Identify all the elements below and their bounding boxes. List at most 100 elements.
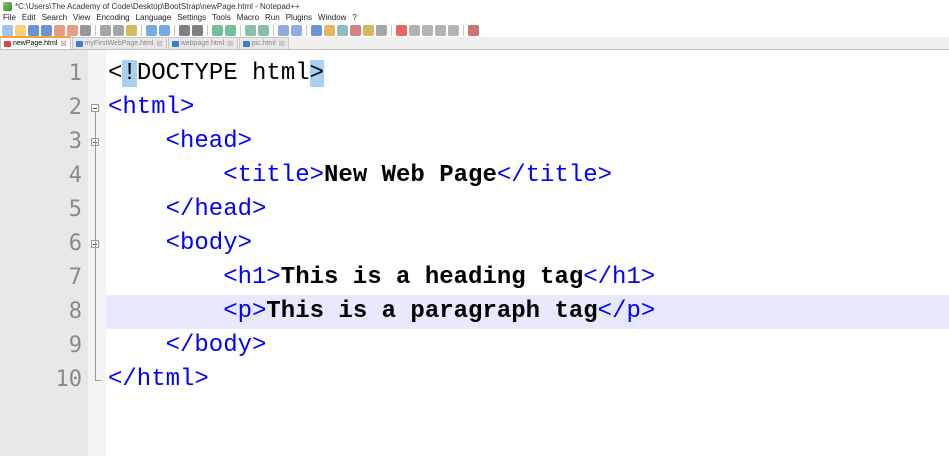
tab-label: webpage.html xyxy=(180,40,225,47)
redo-icon[interactable] xyxy=(159,24,170,36)
file-state-icon xyxy=(75,40,83,47)
code-line[interactable]: 7 <h1>This is a heading tag</h1> xyxy=(0,261,949,295)
user-language-icon[interactable] xyxy=(324,24,335,36)
line-number: 3 xyxy=(68,129,82,154)
folder-workspace-icon[interactable] xyxy=(363,24,374,36)
show-all-chars-icon[interactable] xyxy=(291,24,302,36)
html-tag: <html> xyxy=(108,94,195,121)
toolbar-separator xyxy=(273,24,274,36)
menu-item-file[interactable]: File xyxy=(0,13,19,22)
code-content: <body> xyxy=(166,227,252,261)
html-tag: <h1> xyxy=(223,264,281,291)
code-content: </head> xyxy=(166,193,267,227)
indent-guide-icon[interactable] xyxy=(311,24,322,36)
line-number: 2 xyxy=(68,95,82,120)
fold-guide-line xyxy=(95,112,96,380)
brace-match-highlight: > xyxy=(309,60,325,87)
menu-item-help[interactable]: ? xyxy=(349,13,359,22)
tab-close-icon[interactable]: ☒ xyxy=(60,40,66,48)
menu-item-encoding[interactable]: Encoding xyxy=(93,13,132,22)
menu-item-edit[interactable]: Edit xyxy=(19,13,39,22)
menu-item-plugins[interactable]: Plugins xyxy=(283,13,315,22)
open-file-icon[interactable] xyxy=(15,24,26,36)
monitoring-icon[interactable] xyxy=(376,24,387,36)
undo-icon[interactable] xyxy=(146,24,157,36)
menu-item-settings[interactable]: Settings xyxy=(174,13,209,22)
sync-vertical-icon[interactable] xyxy=(245,24,256,36)
line-number: 10 xyxy=(55,367,83,392)
zoom-in-icon[interactable] xyxy=(212,24,223,36)
close-all-icon[interactable] xyxy=(67,24,78,36)
close-icon[interactable] xyxy=(54,24,65,36)
line-number: 8 xyxy=(68,299,82,324)
code-line[interactable]: 10 </html> xyxy=(0,363,949,397)
code-line[interactable]: 5 </head> xyxy=(0,193,949,227)
tab-pic-html[interactable]: pic.html ☒ xyxy=(238,37,289,49)
code-content: <!DOCTYPE html> xyxy=(108,57,325,91)
spell-check-icon[interactable] xyxy=(468,24,479,36)
file-state-icon xyxy=(242,40,250,47)
line-number: 4 xyxy=(68,163,82,188)
save-icon[interactable] xyxy=(28,24,39,36)
code-line[interactable]: 9 </body> xyxy=(0,329,949,363)
menu-item-window[interactable]: Window xyxy=(315,13,349,22)
toolbar xyxy=(0,23,949,37)
tab-newpage-html[interactable]: newPage.html ☒ xyxy=(0,36,71,49)
find-icon[interactable] xyxy=(179,24,190,36)
code-content: </body> xyxy=(166,329,267,363)
text-content: This is a heading tag xyxy=(280,264,584,291)
code-content: </html> xyxy=(108,363,209,397)
tab-close-icon[interactable]: ☒ xyxy=(227,40,233,48)
word-wrap-icon[interactable] xyxy=(278,24,289,36)
zoom-out-icon[interactable] xyxy=(225,24,236,36)
tab-close-icon[interactable]: ☒ xyxy=(156,40,162,48)
code-line[interactable]: 4 <title>New Web Page</title> xyxy=(0,159,949,193)
play-macro-icon[interactable] xyxy=(422,24,433,36)
menu-bar: File Edit Search View Encoding Language Settin… xyxy=(0,12,949,23)
code-content: <html> xyxy=(108,91,194,125)
html-tag: <p> xyxy=(223,298,267,325)
code-line[interactable]: 8 <p>This is a paragraph tag</p> xyxy=(0,295,949,329)
doc-map-icon[interactable] xyxy=(337,24,348,36)
menu-item-view[interactable]: View xyxy=(70,13,93,22)
record-macro-icon[interactable] xyxy=(396,24,407,36)
code-line[interactable]: 1 <!DOCTYPE html> xyxy=(0,57,949,91)
save-all-icon[interactable] xyxy=(41,24,52,36)
doctype-token: DOCTYPE html xyxy=(136,60,310,87)
fold-end-marker xyxy=(95,380,101,381)
save-macro-icon[interactable] xyxy=(448,24,459,36)
tab-bar: newPage.html ☒ myFirstWebPage.html ☒ webpage… xyxy=(0,36,949,50)
paste-icon[interactable] xyxy=(126,24,137,36)
html-tag: </title> xyxy=(496,162,613,189)
menu-item-tools[interactable]: Tools xyxy=(209,13,234,22)
tab-webpage-html[interactable]: webpage.html ☒ xyxy=(167,37,238,49)
text-content: This is a paragraph tag xyxy=(266,298,598,325)
html-tag: <title> xyxy=(223,162,325,189)
function-list-icon[interactable] xyxy=(350,24,361,36)
line-number: 9 xyxy=(68,333,82,358)
fold-toggle-icon[interactable] xyxy=(91,104,99,112)
code-line[interactable]: 3 <head> xyxy=(0,125,949,159)
code-editor[interactable]: 1 <!DOCTYPE html> 2 <html> 3 <head> 4 <title>Ne… xyxy=(0,50,949,456)
stop-macro-icon[interactable] xyxy=(409,24,420,36)
menu-item-search[interactable]: Search xyxy=(39,13,70,22)
replace-icon[interactable] xyxy=(192,24,203,36)
tab-close-icon[interactable]: ☒ xyxy=(279,40,285,48)
tab-myfirstwebpage-html[interactable]: myFirstWebPage.html ☒ xyxy=(71,37,167,49)
toolbar-separator xyxy=(174,24,175,36)
code-content: <head> xyxy=(166,125,252,159)
line-number: 7 xyxy=(68,265,82,290)
menu-item-language[interactable]: Language xyxy=(133,13,175,22)
code-line[interactable]: 6 <body> xyxy=(0,227,949,261)
cut-icon[interactable] xyxy=(100,24,111,36)
tab-label: pic.html xyxy=(251,40,276,47)
print-icon[interactable] xyxy=(80,24,91,36)
sync-horizontal-icon[interactable] xyxy=(258,24,269,36)
menu-item-run[interactable]: Run xyxy=(262,13,283,22)
copy-icon[interactable] xyxy=(113,24,124,36)
new-file-icon[interactable] xyxy=(2,24,13,36)
menu-item-macro[interactable]: Macro xyxy=(234,13,262,22)
code-line[interactable]: 2 <html> xyxy=(0,91,949,125)
html-tag: <head> xyxy=(165,128,253,155)
run-macro-multiple-icon[interactable] xyxy=(435,24,446,36)
